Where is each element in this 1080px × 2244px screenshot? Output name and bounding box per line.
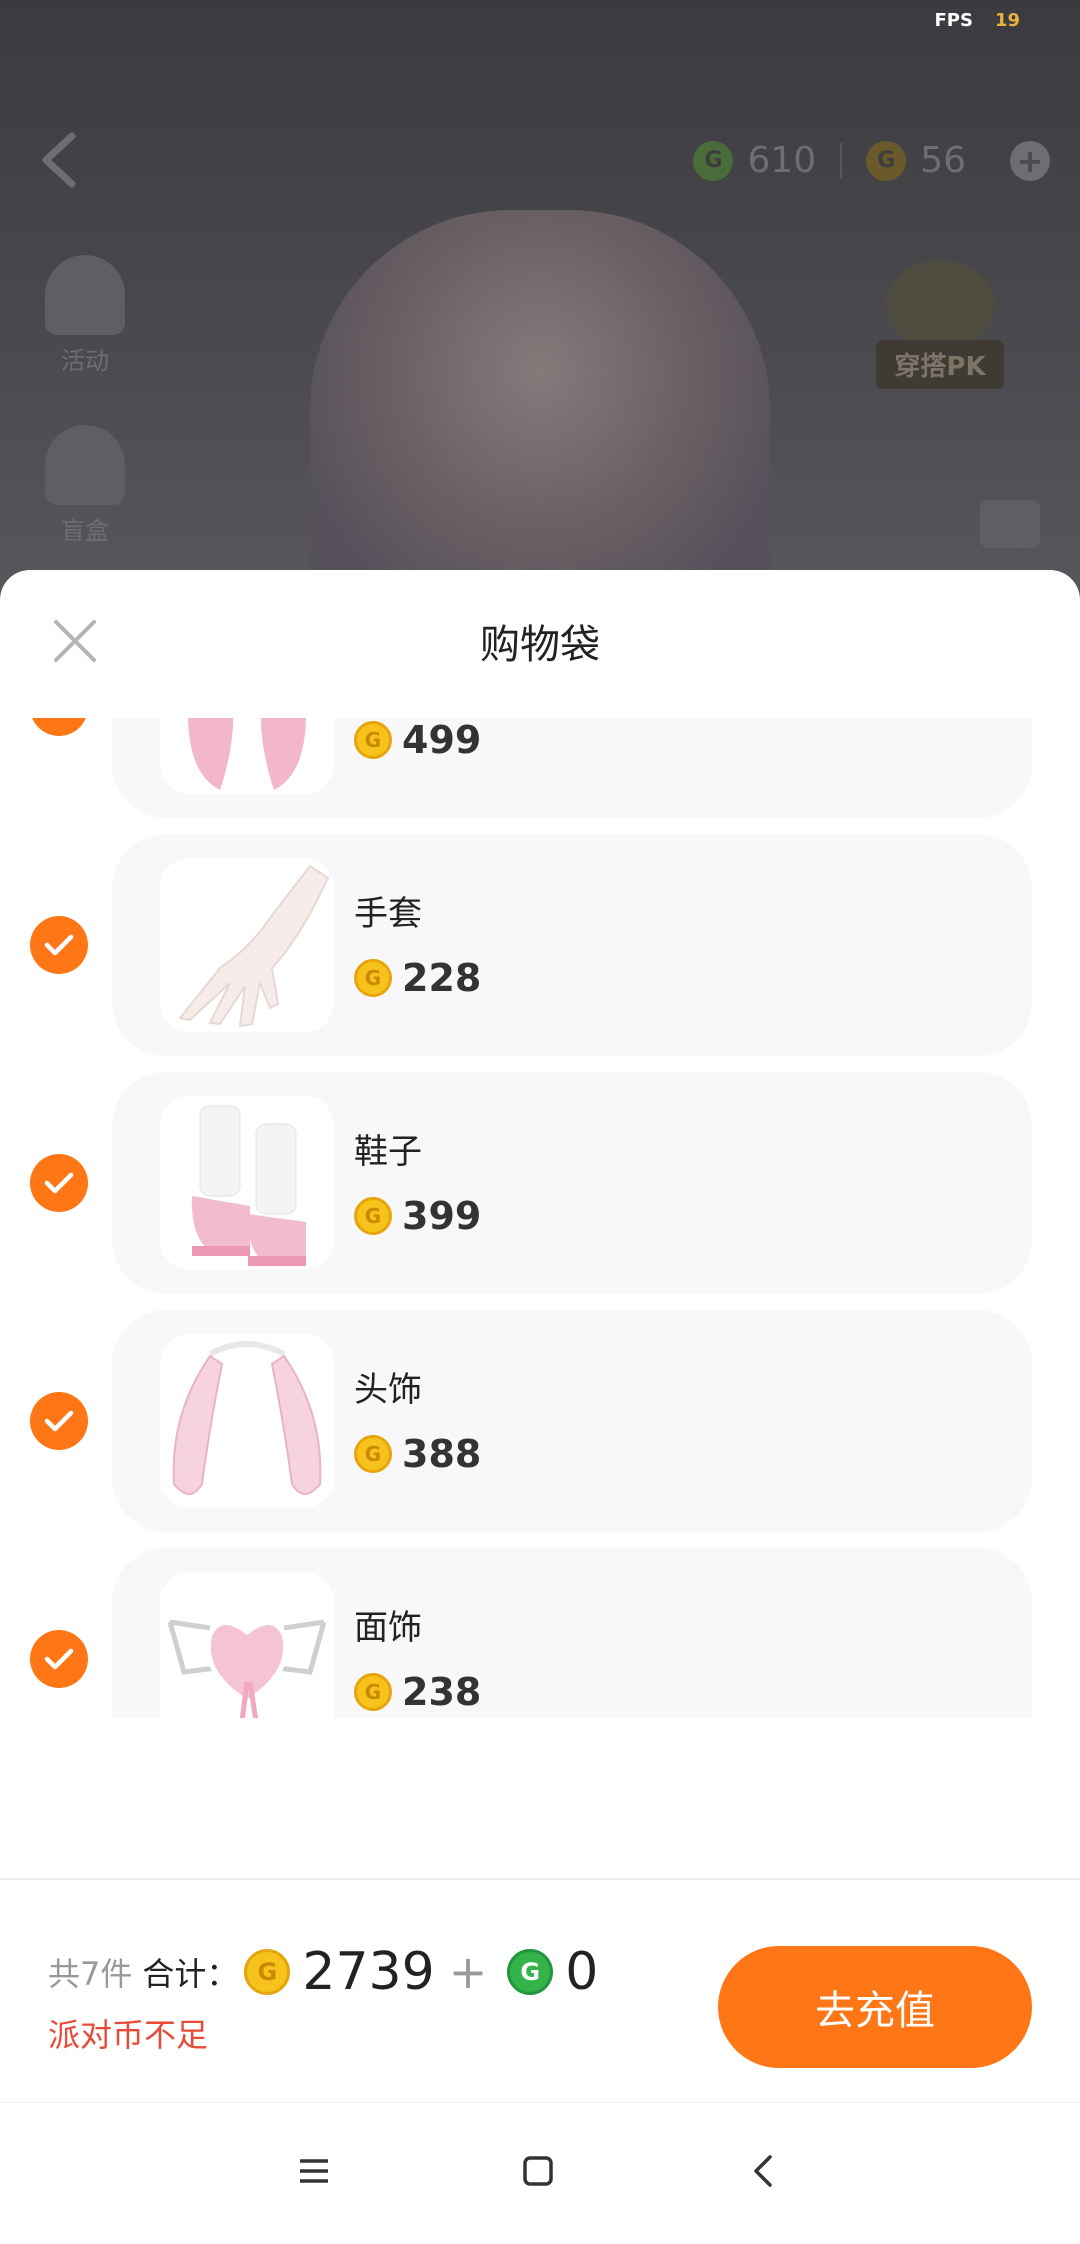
item-price: G 499 <box>354 718 481 762</box>
gold-coin-icon: G <box>354 1197 392 1235</box>
recharge-button[interactable]: 去充值 <box>718 1946 1032 2068</box>
add-currency-button[interactable]: + <box>1010 140 1050 181</box>
gift-box-icon <box>45 425 125 505</box>
gold-coin-icon: G <box>354 1673 392 1711</box>
shoes-image <box>191 1105 306 1266</box>
item-thumbnail <box>160 1572 334 1718</box>
green-coin-icon: G <box>693 140 734 181</box>
back-button[interactable] <box>36 130 84 190</box>
checkout-footer: 共7件 合计： G 2739 + G 0 派对币不足 去充值 <box>0 1880 1080 2102</box>
item-name: 头饰 <box>354 1370 422 1410</box>
green-coin-icon: G <box>507 1949 554 1995</box>
back-arrow-icon <box>754 2155 772 2187</box>
gold-coin-icon: G <box>866 140 907 181</box>
currency-bar: G 610 G 56 + <box>693 140 1050 181</box>
total-label: 合计： <box>142 1955 239 1993</box>
checkmark-icon <box>44 718 74 719</box>
cart-item-list[interactable]: G 499 手套 G 228 鞋子 G 399 头饰 G 388 面饰 G 23… <box>0 718 1080 1718</box>
gold-coin-balance: 56 <box>920 140 966 181</box>
item-thumbnail <box>160 858 334 1032</box>
sheet-header: 购物袋 <box>0 570 1080 718</box>
menu-icon <box>300 2159 328 2183</box>
gold-coin-icon: G <box>354 959 392 997</box>
checkmark-icon <box>44 1648 74 1670</box>
crown-icon <box>885 260 995 350</box>
cart-item: G 499 <box>0 718 1080 818</box>
checkmark-icon <box>44 1172 74 1194</box>
home-square-icon <box>523 2156 553 2186</box>
gold-total: 2739 <box>302 1942 435 2002</box>
system-nav-bar <box>0 2102 1080 2244</box>
item-price-value: 499 <box>402 718 482 762</box>
item-price-value: 228 <box>402 956 482 1000</box>
item-name: 鞋子 <box>354 1132 422 1172</box>
item-price-value: 399 <box>402 1194 482 1238</box>
item-card[interactable]: 头饰 G 388 <box>112 1310 1032 1532</box>
item-card[interactable]: 面饰 G 238 <box>112 1548 1032 1718</box>
insufficient-funds-warning: 派对币不足 <box>48 2016 209 2054</box>
item-checkbox[interactable] <box>30 1630 88 1688</box>
nav-home-button[interactable] <box>514 2147 562 2195</box>
heart-mask-image <box>167 1619 327 1718</box>
item-price-value: 238 <box>402 1670 482 1714</box>
cart-item: 面饰 G 238 <box>0 1548 1080 1718</box>
item-checkbox[interactable] <box>30 916 88 974</box>
green-coin-balance: 610 <box>747 140 817 181</box>
item-price: G 388 <box>354 1432 481 1476</box>
fps-indicator: FPS 19 <box>934 10 1020 31</box>
outfit-pk-button[interactable]: 穿搭PK <box>850 260 1030 410</box>
item-price: G 399 <box>354 1194 481 1238</box>
nav-back-button[interactable] <box>740 2147 788 2195</box>
dressup-scene: FPS 19 G 610 G 56 + 活动 盲盒 穿搭PK <box>0 0 1080 600</box>
fps-label: FPS <box>934 10 973 31</box>
nav-menu-button[interactable] <box>290 2147 338 2195</box>
total-summary: 共7件 合计： G 2739 + G 0 <box>48 1942 598 2002</box>
camera-button[interactable] <box>980 500 1040 548</box>
checkmark-icon <box>44 1410 74 1432</box>
cart-item: 头饰 G 388 <box>0 1310 1080 1532</box>
sheet-title: 购物袋 <box>480 622 600 668</box>
item-card[interactable]: 鞋子 G 399 <box>112 1072 1032 1294</box>
item-name: 面饰 <box>354 1608 422 1648</box>
sidebar-item-activity[interactable]: 活动 <box>40 255 130 376</box>
item-count: 共7件 <box>48 1955 133 1993</box>
gold-coin-icon: G <box>244 1949 291 1995</box>
sidebar-item-label: 活动 <box>61 347 109 375</box>
sidebar-item-blind-box[interactable]: 盲盒 <box>40 425 130 546</box>
fps-value: 19 <box>994 10 1020 31</box>
cart-item: 鞋子 G 399 <box>0 1072 1080 1294</box>
item-checkbox[interactable] <box>30 1392 88 1450</box>
item-price-value: 388 <box>402 1432 482 1476</box>
plus-sign: + <box>448 1945 488 1999</box>
outfit-pk-label: 穿搭PK <box>876 340 1004 389</box>
gold-coin-icon: G <box>354 721 392 759</box>
item-thumbnail <box>160 1334 334 1508</box>
currency-divider <box>840 142 843 179</box>
gold-coin-icon: G <box>354 1435 392 1473</box>
hot-air-balloon-icon <box>45 255 125 335</box>
item-card[interactable]: 手套 G 228 <box>112 834 1032 1056</box>
item-card[interactable]: G 499 <box>112 718 1032 818</box>
item-thumbnail <box>160 1096 334 1270</box>
avatar-character <box>310 210 770 600</box>
item-price: G 238 <box>354 1670 481 1714</box>
item-thumbnail <box>160 718 334 794</box>
cart-item: 手套 G 228 <box>0 834 1080 1056</box>
bunny-ears-headwear-image <box>172 1341 322 1495</box>
shopping-bag-sheet: 购物袋 G 499 手套 G 228 鞋子 G 399 头饰 G 388 面饰 … <box>0 570 1080 2244</box>
green-total: 0 <box>565 1942 599 2002</box>
item-checkbox[interactable] <box>30 718 88 736</box>
checkmark-icon <box>44 934 74 956</box>
item-price: G 228 <box>354 956 481 1000</box>
glove-image <box>178 864 330 1028</box>
sidebar-item-label: 盲盒 <box>61 517 109 545</box>
item-checkbox[interactable] <box>30 1154 88 1212</box>
chevron-left-icon <box>42 132 76 188</box>
pink-hair-image <box>188 718 306 790</box>
item-name: 手套 <box>354 894 422 934</box>
